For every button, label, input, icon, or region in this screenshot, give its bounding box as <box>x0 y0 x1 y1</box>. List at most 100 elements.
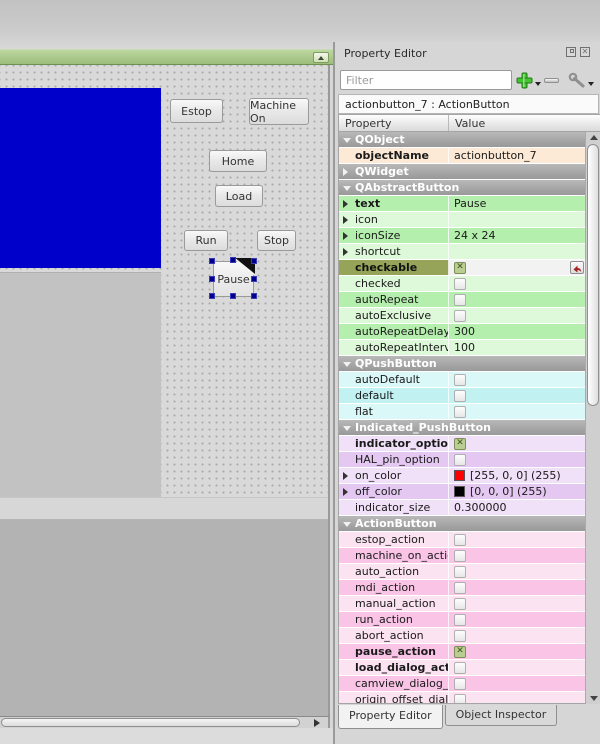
preview-blue-widget[interactable] <box>0 88 161 268</box>
property-value[interactable]: ✕ <box>449 260 585 275</box>
filter-input[interactable] <box>340 70 512 90</box>
property-value[interactable] <box>449 564 585 579</box>
collapse-arrow-icon[interactable] <box>343 168 348 176</box>
checkbox-checked-icon[interactable]: ✕ <box>454 438 466 450</box>
selection-handle[interactable] <box>209 258 215 264</box>
property-value[interactable]: 0.300000 <box>449 500 585 515</box>
checkbox-unchecked-icon[interactable] <box>454 614 466 626</box>
expand-arrow-icon[interactable] <box>343 362 351 367</box>
property-value[interactable] <box>449 596 585 611</box>
property-value[interactable] <box>449 292 585 307</box>
property-value[interactable] <box>449 372 585 387</box>
property-value[interactable]: Pause <box>449 196 585 211</box>
selection-handle[interactable] <box>251 293 257 299</box>
property-row-checked[interactable]: checked <box>339 276 585 292</box>
float-icon[interactable] <box>566 47 576 57</box>
checkbox-unchecked-icon[interactable] <box>454 278 466 290</box>
property-row-shortcut[interactable]: shortcut <box>339 244 585 260</box>
property-row-off-color[interactable]: off_color[0, 0, 0] (255) <box>339 484 585 500</box>
expand-arrow-icon[interactable] <box>343 138 351 143</box>
checkbox-unchecked-icon[interactable] <box>454 310 466 322</box>
scroll-right-arrow-icon[interactable] <box>314 719 320 727</box>
checkbox-unchecked-icon[interactable] <box>454 294 466 306</box>
property-row-origin-offset-dialog-[interactable]: origin_offset_dialog_... <box>339 692 585 703</box>
property-value[interactable] <box>449 692 585 703</box>
run-button[interactable]: Run <box>184 230 228 251</box>
horizontal-scrollbar[interactable] <box>0 716 330 728</box>
expand-arrow-icon[interactable] <box>343 216 348 224</box>
vertical-scrollbar-thumb[interactable] <box>587 144 599 406</box>
property-row-load-dialog-action[interactable]: load_dialog_action <box>339 660 585 676</box>
property-row-on-color[interactable]: on_color[255, 0, 0] (255) <box>339 468 585 484</box>
checkbox-unchecked-icon[interactable] <box>454 550 466 562</box>
property-value[interactable]: 100 <box>449 340 585 355</box>
table-header[interactable]: Property Value <box>339 115 600 132</box>
property-value[interactable] <box>449 452 585 467</box>
expand-arrow-icon[interactable] <box>343 232 348 240</box>
checkbox-unchecked-icon[interactable] <box>454 374 466 386</box>
property-row-mdi-action[interactable]: mdi_action <box>339 580 585 596</box>
property-row-indicator-size[interactable]: indicator_size0.300000 <box>339 500 585 516</box>
property-row-autoexclusive[interactable]: autoExclusive <box>339 308 585 324</box>
property-row-iconsize[interactable]: iconSize24 x 24 <box>339 228 585 244</box>
property-row-qabstractbutton[interactable]: QAbstractButton <box>339 180 585 196</box>
property-value[interactable] <box>449 612 585 627</box>
property-row-machine-on-action[interactable]: machine_on_action <box>339 548 585 564</box>
selection-handle[interactable] <box>230 293 236 299</box>
checkbox-unchecked-icon[interactable] <box>454 598 466 610</box>
shade-button[interactable] <box>313 52 329 63</box>
property-row-pause-action[interactable]: pause_action✕ <box>339 644 585 660</box>
property-row-indicator-option[interactable]: indicator_option✕ <box>339 436 585 452</box>
selection-handle[interactable] <box>209 293 215 299</box>
property-value[interactable]: 300 <box>449 324 585 339</box>
property-row-qobject[interactable]: QObject <box>339 132 585 148</box>
property-value[interactable] <box>449 628 585 643</box>
checkbox-unchecked-icon[interactable] <box>454 454 466 466</box>
property-value[interactable] <box>449 532 585 547</box>
property-row-auto-action[interactable]: auto_action <box>339 564 585 580</box>
property-row-indicated-pushbutton[interactable]: Indicated_PushButton <box>339 420 585 436</box>
property-value[interactable] <box>449 548 585 563</box>
property-row-abort-action[interactable]: abort_action <box>339 628 585 644</box>
checkbox-unchecked-icon[interactable] <box>454 390 466 402</box>
checkbox-checked-icon[interactable]: ✕ <box>454 262 466 274</box>
selection-handle[interactable] <box>251 276 257 282</box>
scroll-down-arrow-icon[interactable] <box>590 696 598 701</box>
property-row-autodefault[interactable]: autoDefault <box>339 372 585 388</box>
property-value[interactable]: [255, 0, 0] (255) <box>449 468 585 483</box>
property-row-icon[interactable]: icon <box>339 212 585 228</box>
expand-arrow-icon[interactable] <box>343 522 351 527</box>
property-value[interactable] <box>449 212 585 227</box>
selection-handle[interactable] <box>230 257 236 263</box>
checkbox-checked-icon[interactable]: ✕ <box>454 646 466 658</box>
tab-property-editor[interactable]: Property Editor <box>338 705 443 729</box>
property-value[interactable] <box>449 244 585 259</box>
checkbox-unchecked-icon[interactable] <box>454 566 466 578</box>
reset-property-button[interactable] <box>570 261 584 274</box>
selected-widget-pause[interactable]: Pause <box>209 257 257 299</box>
expand-arrow-icon[interactable] <box>343 426 351 431</box>
tab-object-inspector[interactable]: Object Inspector <box>445 705 558 726</box>
checkbox-unchecked-icon[interactable] <box>454 678 466 690</box>
property-row-text[interactable]: textPause <box>339 196 585 212</box>
form-window-titlebar[interactable] <box>0 49 334 65</box>
checkbox-unchecked-icon[interactable] <box>454 582 466 594</box>
close-icon[interactable]: ✕ <box>580 47 590 57</box>
home-button[interactable]: Home <box>209 150 267 172</box>
property-row-autorepeat[interactable]: autoRepeat <box>339 292 585 308</box>
property-value[interactable] <box>449 276 585 291</box>
property-value[interactable] <box>449 676 585 691</box>
stop-button[interactable]: Stop <box>257 230 296 251</box>
selection-handle[interactable] <box>209 276 215 282</box>
property-value[interactable] <box>449 308 585 323</box>
machine-on-button[interactable]: Machine On <box>249 98 309 125</box>
checkbox-unchecked-icon[interactable] <box>454 694 466 704</box>
property-row-hal-pin-option[interactable]: HAL_pin_option <box>339 452 585 468</box>
property-row-objectname[interactable]: objectNameactionbutton_7 <box>339 148 585 164</box>
checkbox-unchecked-icon[interactable] <box>454 662 466 674</box>
expand-arrow-icon[interactable] <box>343 472 348 480</box>
expand-arrow-icon[interactable] <box>343 200 348 208</box>
property-value[interactable] <box>449 388 585 403</box>
horizontal-scrollbar-thumb[interactable] <box>1 718 300 727</box>
checkbox-unchecked-icon[interactable] <box>454 630 466 642</box>
